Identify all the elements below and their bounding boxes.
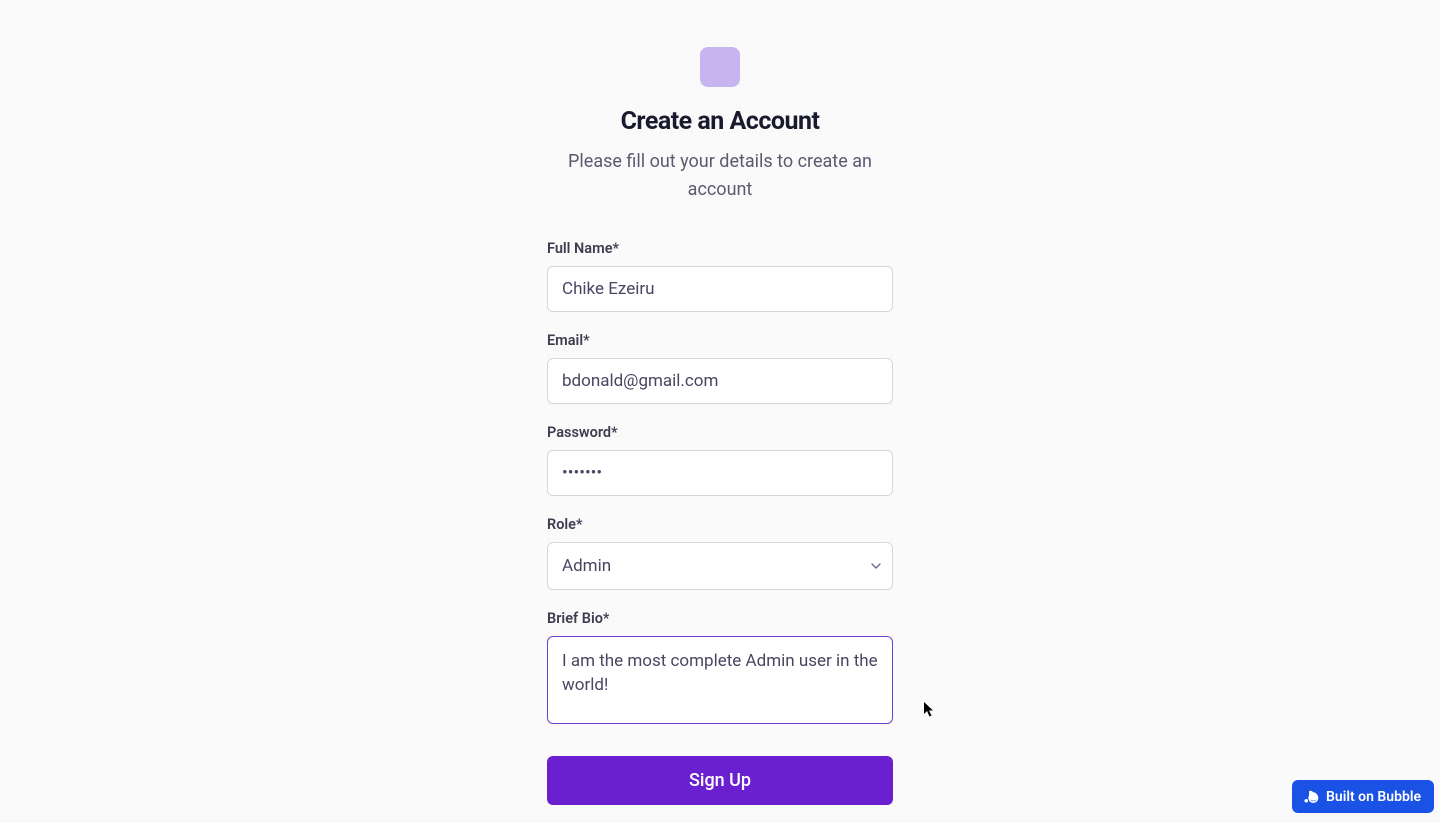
password-label: Password* xyxy=(547,424,893,441)
logo-icon xyxy=(700,47,740,87)
bubble-badge-label: Built on Bubble xyxy=(1326,789,1421,805)
password-input[interactable] xyxy=(547,450,893,496)
email-input[interactable] xyxy=(547,358,893,404)
page-subtitle: Please fill out your details to create a… xyxy=(547,148,893,204)
bubble-logo-icon xyxy=(1302,788,1319,805)
page-title: Create an Account xyxy=(547,107,893,136)
role-label: Role* xyxy=(547,516,893,533)
email-label: Email* xyxy=(547,332,893,349)
fullname-input[interactable] xyxy=(547,266,893,312)
bio-textarea[interactable] xyxy=(547,636,893,724)
signup-button[interactable]: Sign Up xyxy=(547,756,893,805)
bio-label: Brief Bio* xyxy=(547,610,893,627)
fullname-label: Full Name* xyxy=(547,240,893,257)
bubble-badge[interactable]: Built on Bubble xyxy=(1292,780,1434,813)
role-select[interactable]: Admin xyxy=(547,542,893,590)
cursor-icon xyxy=(924,702,936,718)
